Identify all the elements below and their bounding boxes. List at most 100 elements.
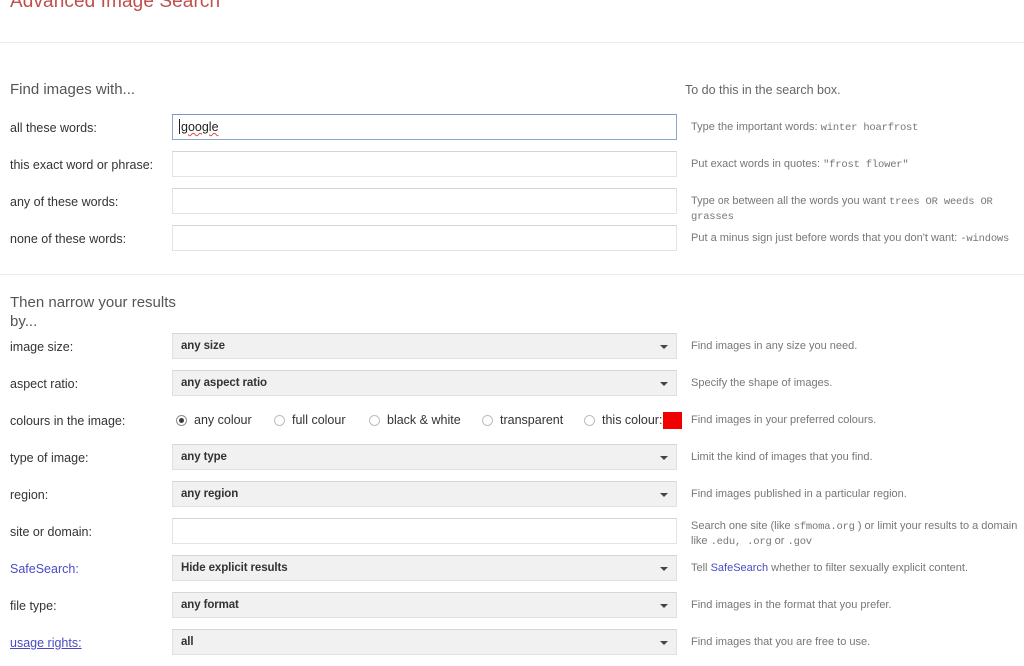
title-bar: Advanced Image Search bbox=[0, 0, 1024, 43]
help-example-site: sfmoma.org bbox=[793, 521, 855, 533]
row-image-size: image size: any size Find images in any … bbox=[0, 333, 1024, 361]
field-all-these-words: google bbox=[172, 114, 677, 140]
row-none-of-these-words: none of these words: Put a minus sign ju… bbox=[0, 225, 1024, 253]
chevron-down-icon bbox=[660, 641, 668, 645]
none-of-these-words-input[interactable] bbox=[172, 225, 677, 251]
row-site-or-domain: site or domain: Search one site (like sf… bbox=[0, 518, 1024, 549]
help-text: Type the important words: bbox=[691, 121, 818, 133]
colour-swatch[interactable] bbox=[663, 411, 683, 429]
field-file-type: any format bbox=[172, 592, 677, 618]
radio-dot-icon bbox=[274, 414, 285, 426]
row-any-of-these-words: any of these words: Type OR between all … bbox=[0, 188, 1024, 223]
help-text-mid: between all the words you want bbox=[732, 195, 886, 207]
help-file-type: Find images in the format that you prefe… bbox=[691, 599, 892, 611]
all-these-words-input[interactable] bbox=[172, 114, 677, 140]
region-value: any region bbox=[181, 488, 239, 500]
field-any-of-these-words bbox=[172, 188, 677, 214]
help-none-of-these-words: Put a minus sign just before words that … bbox=[691, 225, 1021, 246]
help-safesearch: Tell SafeSearch whether to filter sexual… bbox=[691, 555, 1021, 575]
radio-label: transparent bbox=[500, 413, 564, 427]
field-site-or-domain bbox=[172, 518, 677, 544]
radio-dot-icon bbox=[482, 414, 493, 426]
help-all-these-words: Type the important words: winter hoarfro… bbox=[691, 114, 1021, 135]
label-usage-rights[interactable]: usage rights: bbox=[10, 629, 170, 657]
exact-word-or-phrase-input[interactable] bbox=[172, 151, 677, 177]
label-region: region: bbox=[10, 488, 49, 502]
help-example-gov: .gov bbox=[787, 535, 813, 548]
field-safesearch: Hide explicit results bbox=[172, 555, 677, 581]
help-or-keyword: OR bbox=[717, 196, 730, 207]
field-colours-in-the-image: any colour full colour black & white tra… bbox=[172, 407, 683, 433]
radio-this-colour[interactable]: this colour: bbox=[584, 407, 683, 433]
field-type-of-image: any type bbox=[172, 444, 677, 470]
chevron-down-icon bbox=[660, 493, 668, 497]
all-these-words-input-wrap[interactable]: google bbox=[172, 114, 677, 140]
row-usage-rights: usage rights: all Find images that you a… bbox=[0, 629, 1024, 657]
radio-any-colour[interactable]: any colour bbox=[176, 407, 252, 433]
row-region: region: any region Find images published… bbox=[0, 481, 1024, 509]
aspect-ratio-value: any aspect ratio bbox=[181, 377, 267, 389]
help-text: Type bbox=[691, 195, 715, 207]
advanced-image-search-page: Advanced Image Search Find images with..… bbox=[0, 0, 1024, 666]
image-size-select[interactable]: any size bbox=[172, 333, 677, 359]
field-none-of-these-words bbox=[172, 225, 677, 251]
label-exact-word-or-phrase: this exact word or phrase: bbox=[10, 158, 154, 172]
section-heading-narrow-results: Then narrow your results by... bbox=[10, 294, 176, 330]
help-text-3: or bbox=[774, 534, 785, 547]
label-all-these-words: all these words: bbox=[10, 121, 97, 135]
radio-label: any colour bbox=[194, 413, 252, 427]
type-of-image-select[interactable]: any type bbox=[172, 444, 677, 470]
row-all-these-words: all these words: google Type the importa… bbox=[0, 114, 1024, 142]
row-safesearch: SafeSearch: Hide explicit results Tell S… bbox=[0, 555, 1024, 583]
help-example-tlds: .edu, .org bbox=[710, 535, 772, 548]
help-text: Tell bbox=[691, 562, 708, 574]
radio-transparent[interactable]: transparent bbox=[482, 407, 563, 433]
help-text-2: whether to filter sexually explicit cont… bbox=[771, 562, 968, 574]
narrow-results-section: Then narrow your results by... image siz… bbox=[0, 275, 1024, 666]
radio-dot-icon bbox=[369, 414, 380, 426]
label-image-size: image size: bbox=[10, 340, 74, 354]
help-site-or-domain: Search one site (like sfmoma.org ) or li… bbox=[691, 518, 1021, 549]
file-type-value: any format bbox=[181, 599, 239, 611]
help-example: "frost flower" bbox=[823, 159, 909, 171]
radio-full-colour[interactable]: full colour bbox=[274, 407, 346, 433]
help-any-of-these-words: Type OR between all the words you want t… bbox=[691, 188, 1021, 224]
safesearch-value: Hide explicit results bbox=[181, 562, 288, 574]
help-exact-word-or-phrase: Put exact words in quotes: "frost flower… bbox=[691, 151, 1021, 172]
chevron-down-icon bbox=[660, 456, 668, 460]
aspect-ratio-select[interactable]: any aspect ratio bbox=[172, 370, 677, 396]
chevron-down-icon bbox=[660, 382, 668, 386]
help-colours-in-the-image: Find images in your preferred colours. bbox=[691, 414, 877, 426]
file-type-select[interactable]: any format bbox=[172, 592, 677, 618]
label-safesearch[interactable]: SafeSearch: bbox=[10, 555, 170, 583]
chevron-down-icon bbox=[660, 345, 668, 349]
help-example: winter hoarfrost bbox=[820, 122, 919, 134]
chevron-down-icon bbox=[660, 567, 668, 571]
site-or-domain-input[interactable] bbox=[172, 518, 677, 544]
field-aspect-ratio: any aspect ratio bbox=[172, 370, 677, 396]
help-safesearch-link[interactable]: SafeSearch bbox=[711, 562, 768, 574]
text-caret bbox=[179, 119, 180, 134]
image-size-value: any size bbox=[181, 340, 225, 352]
help-type-of-image: Limit the kind of images that you find. bbox=[691, 451, 873, 463]
field-usage-rights: all bbox=[172, 629, 677, 655]
field-exact-word-or-phrase bbox=[172, 151, 677, 177]
label-file-type: file type: bbox=[10, 599, 57, 613]
region-select[interactable]: any region bbox=[172, 481, 677, 507]
help-text: Search one site (like bbox=[691, 520, 791, 532]
help-text: Put a minus sign just before words that … bbox=[691, 232, 958, 244]
help-usage-rights: Find images that you are free to use. bbox=[691, 636, 871, 648]
label-aspect-ratio: aspect ratio: bbox=[10, 377, 79, 391]
any-of-these-words-input[interactable] bbox=[172, 188, 677, 214]
radio-black-and-white[interactable]: black & white bbox=[369, 407, 461, 433]
page-title: Advanced Image Search bbox=[10, 0, 221, 12]
help-example: -windows bbox=[960, 233, 1010, 245]
label-colours-in-the-image: colours in the image: bbox=[10, 414, 126, 428]
usage-rights-value: all bbox=[181, 636, 194, 648]
row-colours-in-the-image: colours in the image: any colour full co… bbox=[0, 407, 1024, 435]
safesearch-select[interactable]: Hide explicit results bbox=[172, 555, 677, 581]
field-image-size: any size bbox=[172, 333, 677, 359]
row-aspect-ratio: aspect ratio: any aspect ratio Specify t… bbox=[0, 370, 1024, 398]
usage-rights-select[interactable]: all bbox=[172, 629, 677, 655]
all-these-words-value: google bbox=[181, 120, 219, 134]
